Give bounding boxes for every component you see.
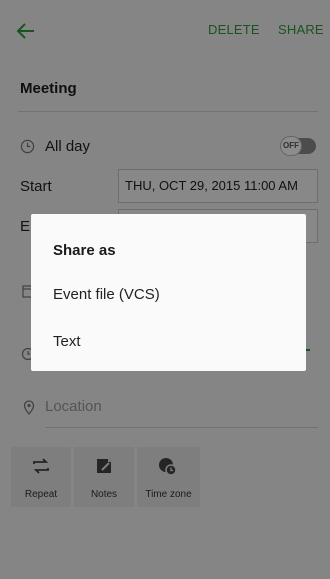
dialog-title: Share as [53,242,116,259]
share-as-dialog: Share as Event file (VCS) Text [31,214,306,371]
share-option-event-file[interactable]: Event file (VCS) [53,286,160,303]
share-option-text[interactable]: Text [53,333,81,350]
